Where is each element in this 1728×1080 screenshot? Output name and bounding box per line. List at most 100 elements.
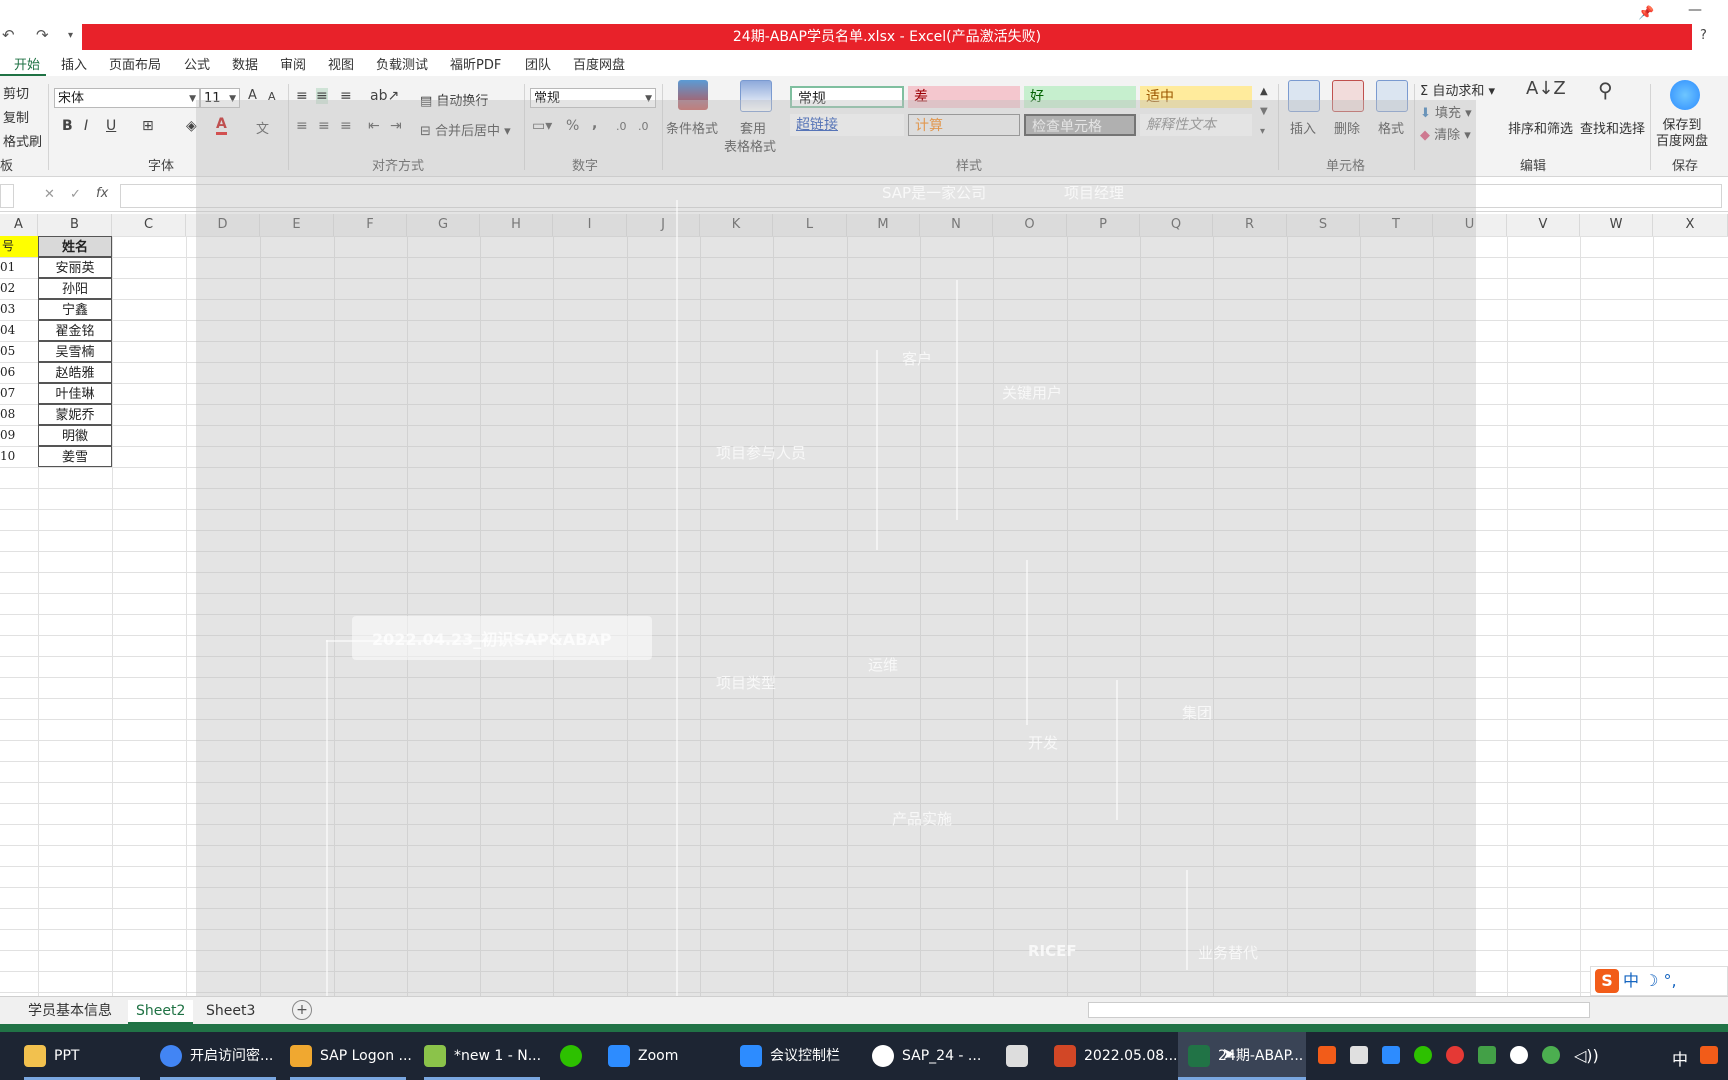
taskbar-item-zoom[interactable]: Zoom [608, 1036, 678, 1076]
taskbar-item-wechat[interactable] [560, 1036, 590, 1076]
tab-formulas[interactable]: 公式 [184, 54, 210, 73]
column-header[interactable]: A [0, 214, 38, 236]
sheet-tab-sheet2[interactable]: Sheet2 [128, 1000, 194, 1024]
copy-button[interactable]: 复制 [3, 107, 29, 126]
redo-icon[interactable]: ↷ [36, 26, 49, 44]
tray-icon[interactable] [1350, 1046, 1368, 1064]
mindmap-connector [676, 200, 678, 1020]
sogou-tray-icon[interactable] [1700, 1046, 1718, 1064]
italic-button[interactable]: I [84, 118, 88, 134]
table-cell-name[interactable]: 翟金铭 [38, 320, 112, 341]
taskbar-item-excel[interactable]: 24期-ABAP... [1188, 1036, 1303, 1076]
table-cell-name[interactable]: 宁鑫 [38, 299, 112, 320]
table-cell-id[interactable]: 02 [0, 278, 38, 299]
tray-icon[interactable] [1446, 1046, 1464, 1064]
minimize-button[interactable]: — [1688, 2, 1702, 18]
mindmap-node: 项目类型 [716, 674, 777, 692]
styles-scroll-up-icon[interactable]: ▲ [1260, 86, 1268, 97]
binoculars-icon[interactable]: ⚲ [1598, 78, 1613, 102]
table-cell-name[interactable]: 吴雪楠 [38, 341, 112, 362]
add-sheet-button[interactable]: + [292, 1000, 312, 1020]
taskbar-item-file[interactable] [1006, 1036, 1036, 1076]
table-header-id[interactable]: 号 [0, 236, 40, 257]
table-cell-id[interactable]: 08 [0, 404, 38, 425]
table-cell-id[interactable]: 04 [0, 320, 38, 341]
tab-load-test[interactable]: 负载测试 [376, 54, 428, 73]
find-select-button[interactable]: 查找和选择 [1580, 118, 1645, 137]
table-cell-id[interactable]: 06 [0, 362, 38, 383]
tab-page-layout[interactable]: 页面布局 [109, 54, 161, 73]
insert-function-icon[interactable]: fx [96, 186, 108, 201]
save-group-label: 保存 [1672, 159, 1699, 174]
column-header[interactable]: C [112, 214, 186, 236]
column-header[interactable]: B [38, 214, 112, 236]
taskbar-item-chrome[interactable]: 开启访问密... [160, 1036, 273, 1076]
sheet-tab-sheet3[interactable]: Sheet3 [198, 1000, 263, 1022]
table-cell-name[interactable]: 明徽 [38, 425, 112, 446]
table-cell-name[interactable]: 蒙妮乔 [38, 404, 112, 425]
tab-home[interactable]: 开始 [14, 54, 40, 73]
sort-filter-icon[interactable]: A↓Z [1526, 78, 1566, 99]
taskbar-item-ppt[interactable]: PPT [24, 1036, 79, 1076]
tab-baidu-netdisk[interactable]: 百度网盘 [573, 54, 625, 73]
sogou-tray-icon[interactable] [1318, 1046, 1336, 1064]
tab-insert[interactable]: 插入 [61, 54, 87, 73]
autosum-button[interactable]: Σ 自动求和 ▾ [1420, 80, 1495, 99]
tab-review[interactable]: 审阅 [280, 54, 306, 73]
table-cell-id[interactable]: 09 [0, 425, 38, 446]
wechat-tray-icon[interactable] [1414, 1046, 1432, 1064]
tab-team[interactable]: 团队 [525, 54, 551, 73]
bold-button[interactable]: B [62, 118, 73, 134]
table-cell-name[interactable]: 赵皓雅 [38, 362, 112, 383]
table-cell-id[interactable]: 05 [0, 341, 38, 362]
tray-icon[interactable] [1542, 1046, 1560, 1064]
undo-icon[interactable]: ↶ [2, 26, 15, 44]
cancel-formula-icon[interactable]: ✕ [44, 187, 55, 202]
pin-icon[interactable]: 📌 [1638, 6, 1654, 21]
column-header[interactable]: X [1653, 214, 1728, 236]
tab-data[interactable]: 数据 [232, 54, 258, 73]
save-to-baidu-button[interactable]: 保存到 百度网盘 [1656, 118, 1708, 150]
taskbar-item-sap-logon[interactable]: SAP Logon ... [290, 1036, 412, 1076]
table-cell-id[interactable]: 07 [0, 383, 38, 404]
underline-button[interactable]: U [106, 118, 116, 134]
clipboard-group-label: 板 [0, 159, 14, 174]
border-icon[interactable]: ⊞ [142, 118, 154, 134]
tab-view[interactable]: 视图 [328, 54, 354, 73]
taskbar-item-powerpoint[interactable]: 2022.05.08... [1054, 1036, 1178, 1076]
tray-icon[interactable] [1478, 1046, 1496, 1064]
column-header[interactable]: W [1580, 214, 1653, 236]
format-painter-button[interactable]: 格式刷 [3, 131, 42, 150]
table-header-name[interactable]: 姓名 [38, 236, 112, 257]
ime-status: 中 ☽ °, [1623, 971, 1677, 990]
sort-filter-button[interactable]: 排序和筛选 [1508, 118, 1573, 137]
enter-formula-icon[interactable]: ✓ [70, 187, 81, 202]
table-cell-id[interactable]: 03 [0, 299, 38, 320]
sheet-tab-student-info[interactable]: 学员基本信息 [20, 1000, 120, 1022]
ime-toolbar[interactable]: S中 ☽ °, [1590, 966, 1728, 996]
tray-icon[interactable] [1510, 1046, 1528, 1064]
customize-quick-access-icon[interactable]: ▾ [68, 30, 73, 41]
taskbar-item-meeting-controls[interactable]: 会议控制栏 [740, 1036, 840, 1076]
font-name-dropdown[interactable]: 宋体 ▼ [54, 88, 200, 108]
name-box[interactable] [0, 184, 14, 208]
help-button[interactable]: ? [1700, 28, 1707, 43]
tab-foxit-pdf[interactable]: 福昕PDF [450, 54, 501, 73]
zoom-tray-icon[interactable] [1382, 1046, 1400, 1064]
horizontal-scrollbar[interactable] [1088, 1002, 1590, 1018]
table-cell-name[interactable]: 安丽英 [38, 257, 112, 278]
mindmap-connector [1026, 560, 1028, 725]
cut-button[interactable]: 剪切 [3, 83, 29, 102]
taskbar-item-sap24[interactable]: SAP_24 - ... [872, 1036, 981, 1076]
table-cell-id[interactable]: 01 [0, 257, 38, 278]
baidu-cloud-icon[interactable] [1670, 80, 1700, 110]
volume-icon[interactable]: ◁)) [1574, 1046, 1599, 1065]
table-cell-name[interactable]: 姜雪 [38, 446, 112, 467]
taskbar-item-notepad[interactable]: *new 1 - N... [424, 1036, 541, 1076]
ime-language-indicator[interactable]: 中 [1672, 1046, 1688, 1070]
column-header[interactable]: V [1507, 214, 1580, 236]
table-cell-id[interactable]: 10 [0, 446, 38, 467]
table-cell-name[interactable]: 叶佳琳 [38, 383, 112, 404]
powerpoint-icon [1054, 1045, 1076, 1067]
table-cell-name[interactable]: 孙阳 [38, 278, 112, 299]
